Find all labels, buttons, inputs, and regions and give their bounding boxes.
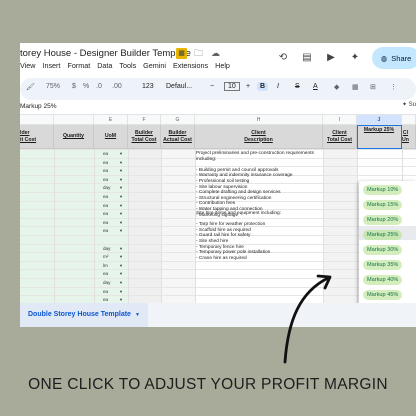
caption: ONE CLICK TO ADJUST YOUR PROFIT MARGIN	[28, 376, 388, 393]
curved-arrow-line	[283, 276, 330, 364]
arrow-annotation	[283, 274, 332, 364]
